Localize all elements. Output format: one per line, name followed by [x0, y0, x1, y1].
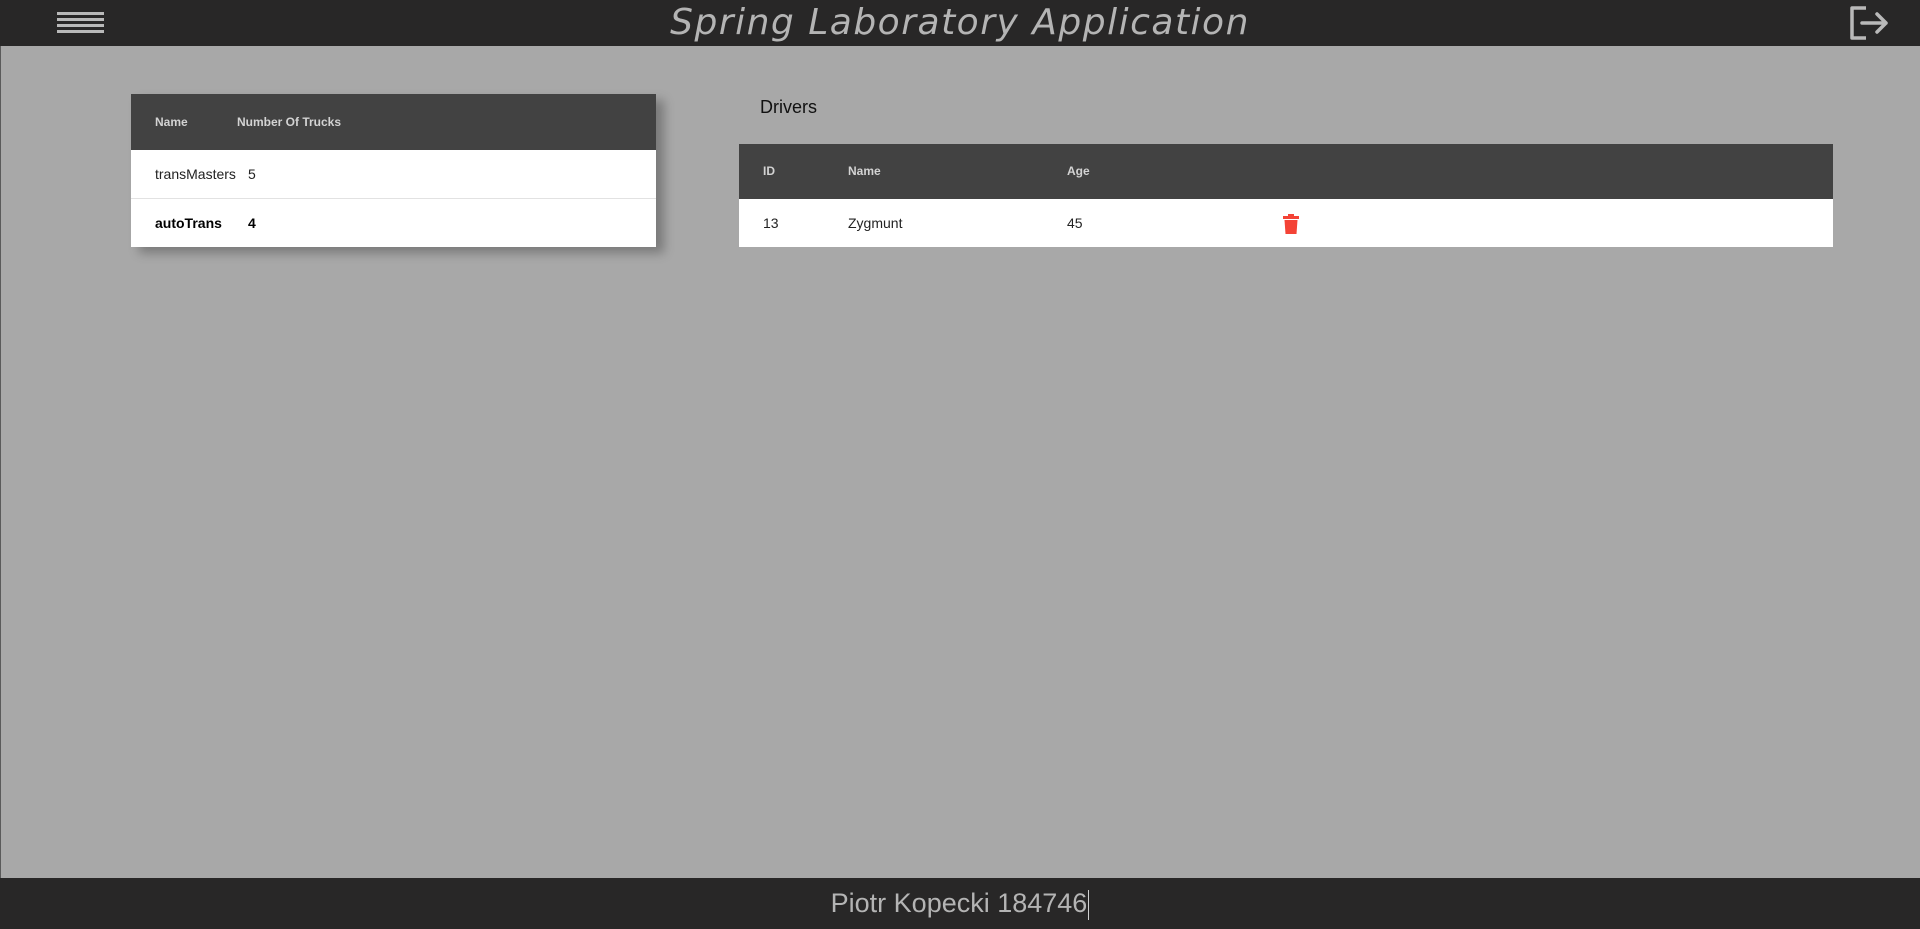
text-caret: [1088, 889, 1090, 920]
column-header-id[interactable]: ID: [763, 144, 775, 199]
driver-age-cell: 45: [1067, 215, 1083, 231]
trucks-count-cell: 5: [248, 166, 256, 182]
logout-icon[interactable]: [1848, 4, 1890, 42]
companies-table: Name Number Of Trucks transMasters 5 aut…: [131, 94, 656, 247]
author-label: Piotr Kopecki 184746: [830, 888, 1088, 918]
driver-name-cell: Zygmunt: [848, 215, 903, 231]
drivers-table-header: ID Name Age: [739, 144, 1833, 199]
driver-id-cell: 13: [763, 215, 779, 231]
top-bar: Spring Laboratory Application: [0, 0, 1920, 46]
left-edge-border: [0, 46, 1, 878]
table-row: 13 Zygmunt 45: [739, 199, 1833, 247]
trucks-count-cell: 4: [248, 215, 256, 231]
drivers-heading: Drivers: [760, 97, 817, 117]
column-header-number-of-trucks[interactable]: Number Of Trucks: [237, 94, 341, 150]
column-header-name[interactable]: Name: [155, 94, 188, 150]
app-title: Spring Laboratory Application: [670, 2, 1250, 43]
table-row[interactable]: transMasters 5: [131, 150, 656, 199]
table-row-selected[interactable]: autoTrans 4: [131, 199, 656, 247]
trash-icon[interactable]: [1283, 214, 1299, 234]
column-header-age[interactable]: Age: [1067, 144, 1090, 199]
drivers-table: ID Name Age 13 Zygmunt 45: [739, 144, 1833, 247]
companies-table-header: Name Number Of Trucks: [131, 94, 656, 150]
column-header-name[interactable]: Name: [848, 144, 881, 199]
footer-bar: Piotr Kopecki 184746: [0, 878, 1920, 929]
footer-text: Piotr Kopecki 184746: [0, 878, 1920, 929]
company-name-cell: autoTrans: [155, 215, 222, 231]
company-name-cell: transMasters: [155, 166, 236, 182]
